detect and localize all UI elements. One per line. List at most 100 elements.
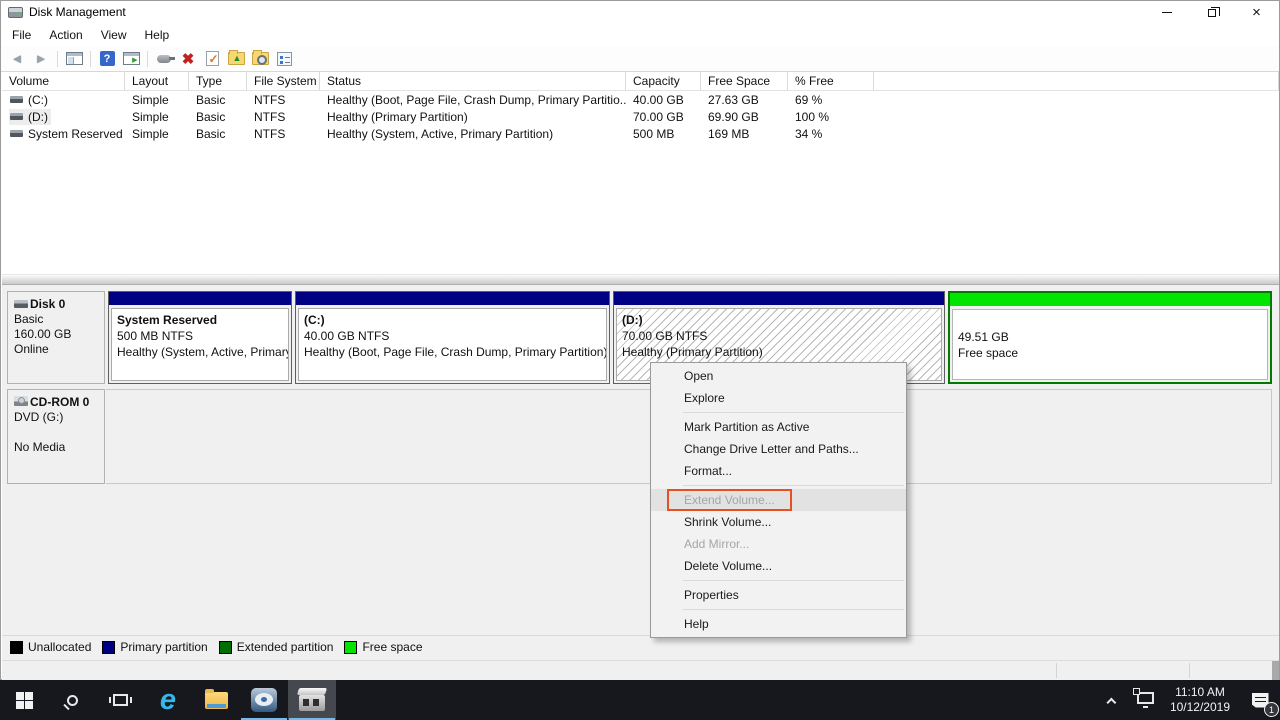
col-free-space[interactable]: Free Space <box>701 72 788 90</box>
resize-grip[interactable] <box>1272 661 1279 680</box>
toolbar: ◄ ► ? ✖ <box>1 46 1279 72</box>
restore-button[interactable] <box>1189 1 1234 23</box>
primary-swatch-icon <box>102 641 115 654</box>
toolbar-separator <box>57 51 58 67</box>
taskbar-clock[interactable]: 11:10 AM 10/12/2019 <box>1166 685 1240 715</box>
col-pct-free[interactable]: % Free <box>788 72 874 90</box>
menu-action[interactable]: Action <box>40 25 91 45</box>
legend-extended-partition: Extended partition <box>219 640 334 654</box>
menu-item-open[interactable]: Open <box>651 365 906 387</box>
menu-item-mark-partition-active[interactable]: Mark Partition as Active <box>651 416 906 438</box>
col-layout[interactable]: Layout <box>125 72 189 90</box>
table-row-d[interactable]: (D:) Simple Basic NTFS Healthy (Primary … <box>2 108 1279 125</box>
menu-separator <box>683 580 904 581</box>
close-icon: × <box>1252 5 1261 20</box>
table-row-system-reserved[interactable]: System Reserved Simple Basic NTFS Health… <box>2 125 1279 142</box>
col-empty <box>874 72 1279 90</box>
primary-partition-bar <box>296 292 609 305</box>
col-status[interactable]: Status <box>320 72 626 90</box>
menu-separator <box>683 412 904 413</box>
partition-free-space[interactable]: 49.51 GB Free space <box>948 291 1272 384</box>
hidden-icons-button[interactable] <box>1099 691 1129 709</box>
help-icon[interactable]: ? <box>96 49 118 69</box>
menu-separator <box>683 609 904 610</box>
menu-item-explore[interactable]: Explore <box>651 387 906 409</box>
menu-item-properties[interactable]: Properties <box>651 584 906 606</box>
properties-list-icon[interactable] <box>273 49 295 69</box>
legend-unallocated: Unallocated <box>10 640 91 654</box>
table-row-c[interactable]: (C:) Simple Basic NTFS Healthy (Boot, Pa… <box>2 91 1279 108</box>
partition-c[interactable]: (C:) 40.00 GB NTFS Healthy (Boot, Page F… <box>295 291 610 384</box>
back-arrow-icon[interactable]: ◄ <box>6 49 28 69</box>
close-button[interactable]: × <box>1234 1 1279 23</box>
action-center-button[interactable]: 1 <box>1240 680 1280 720</box>
network-icon[interactable] <box>1137 692 1154 704</box>
disk-management-icon <box>299 695 325 711</box>
taskbar-search-button[interactable] <box>48 680 96 720</box>
statusbar-divider <box>1189 663 1190 678</box>
menu-view[interactable]: View <box>92 25 136 45</box>
disk0-row: Disk 0 Basic 160.00 GB Online System Res… <box>7 291 1272 384</box>
open-folder-icon[interactable] <box>225 49 247 69</box>
menu-item-shrink-volume[interactable]: Shrink Volume... <box>651 511 906 533</box>
menu-item-delete-volume[interactable]: Delete Volume... <box>651 555 906 577</box>
tool-icon[interactable] <box>153 49 175 69</box>
col-file-system[interactable]: File System <box>247 72 320 90</box>
free-space-bar <box>950 293 1270 306</box>
disk0-label-panel[interactable]: Disk 0 Basic 160.00 GB Online <box>7 291 105 384</box>
legend-free-space: Free space <box>344 640 422 654</box>
system-tray: 11:10 AM 10/12/2019 1 <box>1099 680 1280 720</box>
start-button[interactable] <box>0 680 48 720</box>
col-capacity[interactable]: Capacity <box>626 72 701 90</box>
extended-swatch-icon <box>219 641 232 654</box>
notification-badge: 1 <box>1264 702 1279 717</box>
window-title: Disk Management <box>29 5 126 19</box>
task-view-button[interactable] <box>96 680 144 720</box>
find-folder-icon[interactable] <box>249 49 271 69</box>
internet-explorer-button[interactable]: e <box>144 680 192 720</box>
titlebar: Disk Management × <box>1 1 1279 23</box>
chevron-up-icon <box>1107 698 1117 708</box>
file-explorer-button[interactable] <box>192 680 240 720</box>
col-volume[interactable]: Volume <box>2 72 125 90</box>
file-explorer-icon <box>205 692 228 709</box>
menu-item-format[interactable]: Format... <box>651 460 906 482</box>
free-space-swatch-icon <box>344 641 357 654</box>
menu-item-extend-volume[interactable]: Extend Volume... <box>651 489 906 511</box>
menu-help[interactable]: Help <box>136 25 179 45</box>
col-type[interactable]: Type <box>189 72 247 90</box>
restore-icon <box>1208 9 1216 17</box>
forward-arrow-icon[interactable]: ► <box>30 49 52 69</box>
show-console-tree-icon[interactable] <box>63 49 85 69</box>
disk-management-button[interactable] <box>288 680 336 720</box>
cdrom-label-panel[interactable]: CD-ROM 0 DVD (G:) No Media <box>7 389 105 484</box>
show-action-pane-icon[interactable] <box>120 49 142 69</box>
app-drive-icon <box>8 7 23 18</box>
delete-icon[interactable]: ✖ <box>177 49 199 69</box>
volume-list-header: Volume Layout Type File System Status Ca… <box>2 72 1279 91</box>
unallocated-swatch-icon <box>10 641 23 654</box>
partition-system-reserved[interactable]: System Reserved 500 MB NTFS Healthy (Sys… <box>108 291 292 384</box>
menubar: File Action View Help <box>1 23 1279 46</box>
toolbar-separator <box>90 51 91 67</box>
clock-date: 10/12/2019 <box>1170 700 1230 715</box>
minimize-button[interactable] <box>1144 1 1189 23</box>
cdrom-icon <box>14 396 28 406</box>
menu-item-help[interactable]: Help <box>651 613 906 635</box>
windows-logo-icon <box>16 692 33 709</box>
taskbar: e 11:10 AM 10/12/2019 1 <box>0 680 1280 720</box>
disk-management-window: Disk Management × File Action View Help … <box>0 0 1280 680</box>
search-icon <box>67 695 78 706</box>
menu-item-add-mirror[interactable]: Add Mirror... <box>651 533 906 555</box>
legend: Unallocated Primary partition Extended p… <box>2 635 1279 658</box>
legend-primary-partition: Primary partition <box>102 640 207 654</box>
menu-item-change-drive-letter[interactable]: Change Drive Letter and Paths... <box>651 438 906 460</box>
pane-splitter[interactable] <box>2 274 1279 285</box>
disk-tool-button[interactable] <box>240 680 288 720</box>
volume-list: Volume Layout Type File System Status Ca… <box>2 72 1279 274</box>
check-disk-icon[interactable] <box>201 49 223 69</box>
disk-icon <box>14 300 28 308</box>
menu-file[interactable]: File <box>3 25 40 45</box>
cdrom-row: CD-ROM 0 DVD (G:) No Media <box>7 389 1272 484</box>
disk-graph-pane: Disk 0 Basic 160.00 GB Online System Res… <box>2 285 1279 660</box>
